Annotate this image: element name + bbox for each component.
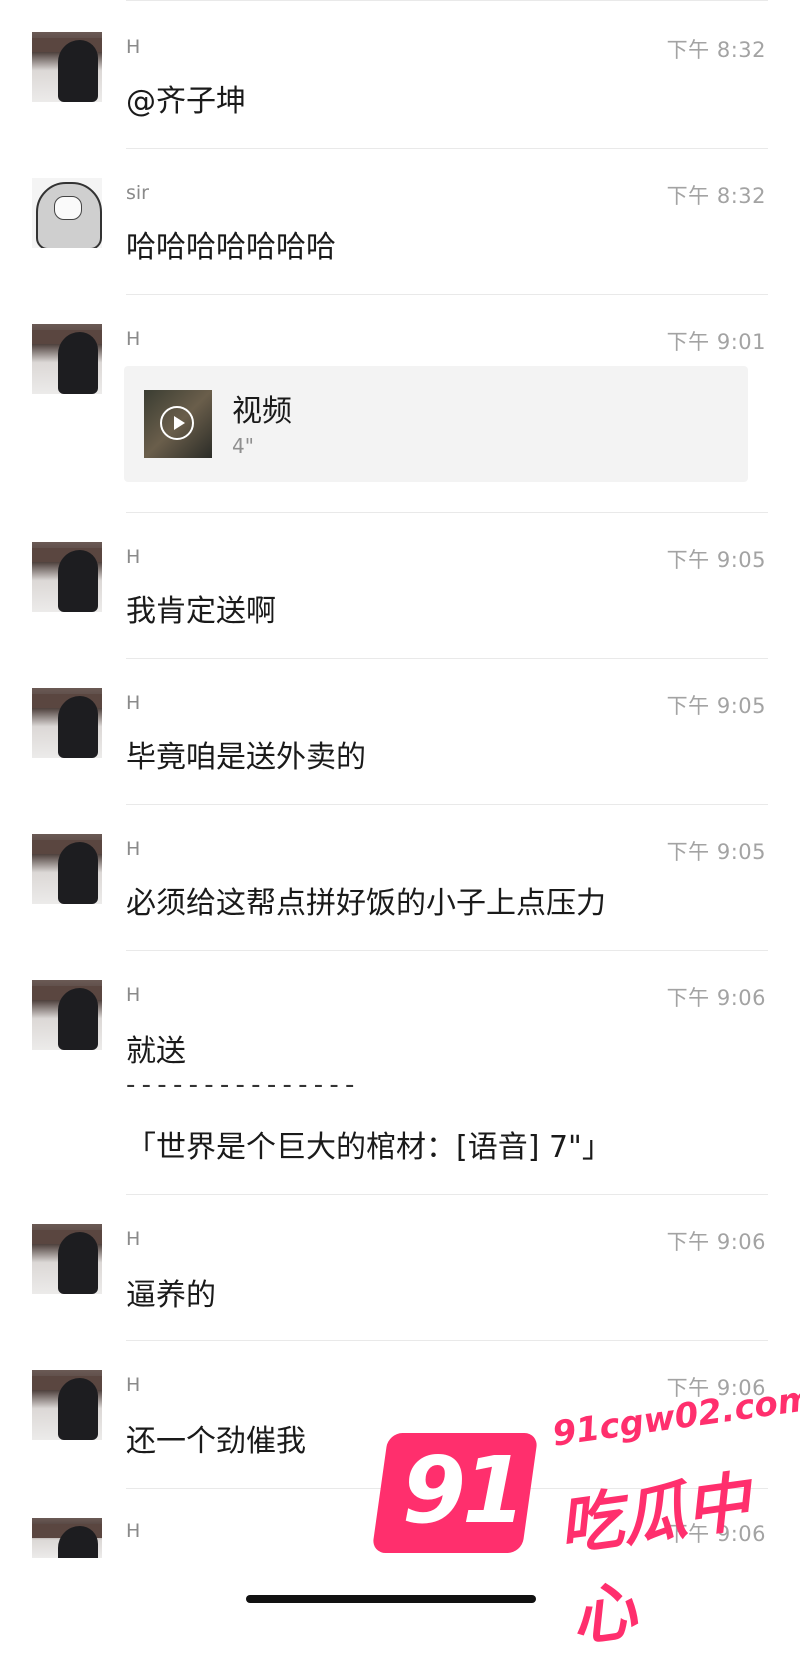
- video-message-card[interactable]: 视频 4": [124, 366, 748, 482]
- avatar-h[interactable]: [32, 324, 102, 394]
- sender-name: H: [126, 546, 141, 568]
- sender-name: sir: [126, 182, 149, 204]
- message-time: 下午 9:05: [666, 694, 766, 718]
- message-text: 哈哈哈哈哈哈哈: [126, 230, 336, 265]
- message-text: 必须给这帮点拼好饭的小子上点压力: [126, 886, 606, 921]
- quote-separator: - - - - - - - - - - - - - - -: [126, 1070, 354, 1100]
- sender-name: H: [126, 1374, 141, 1396]
- avatar-h[interactable]: [32, 1224, 102, 1294]
- sender-name: H: [126, 1228, 141, 1250]
- sender-name: H: [126, 692, 141, 714]
- avatar-h[interactable]: [32, 542, 102, 612]
- message-text: 还一个劲催我: [126, 1424, 306, 1459]
- message-time: 下午 8:32: [666, 184, 766, 208]
- message-text: @齐子坤: [126, 84, 246, 119]
- play-icon: [160, 406, 194, 440]
- message-text: 我肯定送啊: [126, 594, 276, 629]
- avatar-h[interactable]: [32, 1518, 102, 1558]
- message-time: 下午 9:06: [666, 986, 766, 1010]
- divider: [126, 804, 768, 805]
- sender-name: H: [126, 1520, 141, 1542]
- message-time: 下午 9:01: [666, 330, 766, 354]
- divider: [126, 294, 768, 295]
- message-text: 毕竟咱是送外卖的: [126, 740, 366, 775]
- quoted-message[interactable]: 「世界是个巨大的棺材：[语音] 7"」: [126, 1122, 612, 1166]
- message-time: 下午 9:05: [666, 840, 766, 864]
- message-time: 下午 8:32: [666, 38, 766, 62]
- watermark-badge-number: 91: [402, 1437, 526, 1544]
- avatar-h[interactable]: [32, 688, 102, 758]
- divider: [126, 1194, 768, 1195]
- sender-name: H: [126, 984, 141, 1006]
- avatar-h[interactable]: [32, 1370, 102, 1440]
- message-time: 下午 9:06: [666, 1522, 766, 1546]
- sender-name: H: [126, 328, 141, 350]
- divider: [126, 512, 768, 513]
- message-time: 下午 9:06: [666, 1230, 766, 1254]
- avatar-h[interactable]: [32, 834, 102, 904]
- video-title: 视频: [232, 394, 292, 429]
- divider: [126, 950, 768, 951]
- watermark-name: 吃瓜中心: [554, 1465, 755, 1657]
- top-divider: [126, 0, 768, 1]
- avatar-sir[interactable]: [32, 178, 102, 248]
- message-text: 逼养的: [126, 1278, 216, 1313]
- divider: [126, 658, 768, 659]
- video-duration: 4": [232, 434, 254, 458]
- home-indicator[interactable]: [246, 1595, 536, 1603]
- message-time: 下午 9:05: [666, 548, 766, 572]
- avatar-h[interactable]: [32, 32, 102, 102]
- avatar-h[interactable]: [32, 980, 102, 1050]
- divider: [126, 148, 768, 149]
- video-thumbnail[interactable]: [144, 390, 212, 458]
- sender-name: H: [126, 36, 141, 58]
- divider: [126, 1488, 768, 1489]
- watermark-logo: 91 91cgw02.com 吃瓜中心: [371, 1378, 800, 1656]
- message-time: 下午 9:06: [666, 1376, 766, 1400]
- sender-name: H: [126, 838, 141, 860]
- watermark-badge: [371, 1433, 539, 1553]
- divider: [126, 1340, 768, 1341]
- message-text: 就送: [126, 1034, 186, 1069]
